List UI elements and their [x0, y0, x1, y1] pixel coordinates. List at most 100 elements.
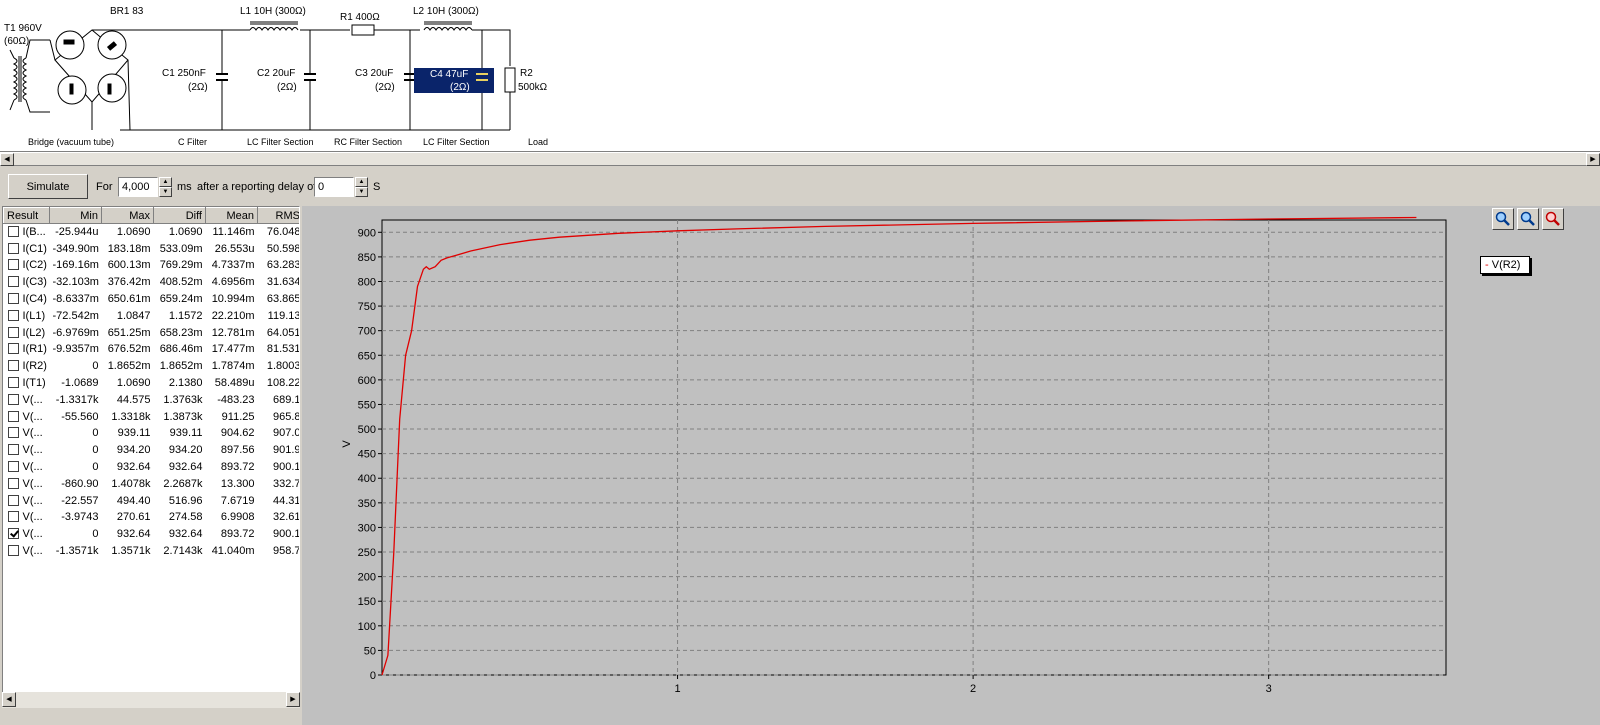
result-name-cell[interactable]: V(... [4, 425, 50, 442]
column-header-rms[interactable]: RMS [257, 207, 299, 224]
chart-panel[interactable]: 0 50 100 150 200 250 300 350 400 450 500 550 600 650 7… [302, 206, 1600, 725]
table-row[interactable]: I(T1) -1.0689 1.0690 2.1380 58.489u 108.22 [4, 375, 300, 392]
result-name-cell[interactable]: V(... [4, 442, 50, 459]
table-row[interactable]: V(... -860.90 1.4078k 2.2687k 13.300 332.7 [4, 475, 299, 492]
result-name-cell[interactable]: I(B... [4, 224, 50, 241]
result-checkbox[interactable] [7, 528, 19, 540]
result-checkbox[interactable] [7, 309, 19, 321]
result-checkbox[interactable] [7, 427, 19, 439]
delay-input[interactable] [314, 177, 354, 197]
voltage-chart[interactable]: 0 50 100 150 200 250 300 350 400 450 500 550 600 650 7… [302, 206, 1600, 725]
result-checkbox[interactable] [7, 326, 19, 338]
table-row[interactable]: V(... -1.3317k 44.575 1.3763k -483.23 689.1 [4, 391, 299, 408]
results-table-panel[interactable]: Result Min Max Diff Mean RMS I(B... -25.9… [2, 206, 300, 706]
table-row[interactable]: V(... 0 932.64 932.64 893.72 900.1 [4, 526, 299, 543]
result-name-cell[interactable]: I(C4) [4, 291, 50, 308]
column-header-result[interactable]: Result [3, 207, 50, 224]
result-checkbox[interactable] [7, 410, 19, 422]
column-header-min[interactable]: Min [49, 207, 102, 224]
table-row[interactable]: I(L1) -72.542m 1.0847 1.1572 22.210m 119.13 [4, 307, 299, 324]
column-header-mean[interactable]: Mean [205, 207, 258, 224]
column-header-diff[interactable]: Diff [153, 207, 206, 224]
delay-spinner[interactable]: ▲ ▼ [355, 177, 368, 197]
result-name-cell[interactable]: V(... [4, 459, 50, 476]
zoom-in-icon[interactable] [1492, 208, 1514, 230]
result-checkbox[interactable] [7, 393, 19, 405]
result-rms-cell: 108.22 [266, 377, 300, 390]
result-checkbox[interactable] [7, 343, 19, 355]
table-row[interactable]: I(R2) 0 1.8652m 1.8652m 1.7874m 1.8003 [4, 358, 299, 375]
result-checkbox[interactable] [7, 444, 19, 456]
result-name-cell[interactable]: I(R1) [4, 341, 50, 358]
result-name-cell[interactable]: I(T1) [4, 375, 50, 392]
zoom-out-icon[interactable] [1517, 208, 1539, 230]
result-checkbox[interactable] [7, 494, 19, 506]
table-row[interactable]: V(... 0 939.11 939.11 904.62 907.0 [4, 425, 299, 442]
table-row[interactable]: V(... -22.557 494.40 516.96 7.6719 44.31 [4, 492, 299, 509]
table-row[interactable]: I(L2) -6.9769m 651.25m 658.23m 12.781m 64.051 [4, 324, 299, 341]
result-name-cell[interactable]: V(... [4, 526, 50, 543]
result-name-cell[interactable]: V(... [4, 543, 50, 560]
r2-resistor-symbol[interactable] [504, 67, 516, 93]
result-name-cell[interactable]: I(C3) [4, 274, 50, 291]
scroll-right-icon[interactable]: ▶ [286, 692, 300, 707]
result-rms-cell: 965.8 [272, 410, 300, 423]
table-row[interactable]: V(... -55.560 1.3318k 1.3873k 911.25 965.8 [4, 408, 300, 425]
results-horizontal-scrollbar[interactable]: ◀ ▶ [2, 692, 300, 708]
result-name-cell[interactable]: I(R2) [4, 358, 50, 375]
simulate-button[interactable]: Simulate [8, 174, 88, 199]
zoom-reset-icon[interactable] [1542, 208, 1564, 230]
result-checkbox[interactable] [7, 511, 19, 523]
table-row[interactable]: I(C2) -169.16m 600.13m 769.29m 4.7337m 63.283 [4, 257, 299, 274]
result-checkbox[interactable] [7, 293, 19, 305]
result-rms-cell: 81.531 [266, 343, 300, 356]
table-row[interactable]: I(R1) -9.9357m 676.52m 686.46m 17.477m 81.531 [4, 341, 300, 358]
scroll-left-icon[interactable]: ◀ [0, 153, 14, 166]
result-name-cell[interactable]: I(L2) [4, 324, 50, 341]
table-row[interactable]: V(... 0 934.20 934.20 897.56 901.9 [4, 442, 299, 459]
table-row[interactable]: I(B... -25.944u 1.0690 1.0690 11.146m 76.048 [4, 224, 299, 241]
transformer-symbol[interactable] [9, 39, 50, 113]
result-name-cell[interactable]: V(... [4, 509, 50, 526]
spin-up-icon[interactable]: ▲ [159, 177, 172, 187]
result-min-cell: -32.103m [52, 276, 99, 289]
table-row[interactable]: I(C1) -349.90m 183.18m 533.09m 26.553u 50.598 [4, 240, 299, 257]
result-name-cell[interactable]: V(... [4, 408, 50, 425]
scroll-right-icon[interactable]: ▶ [1586, 153, 1600, 166]
result-checkbox[interactable] [7, 276, 19, 288]
result-checkbox[interactable] [7, 477, 19, 489]
spin-down-icon[interactable]: ▼ [159, 187, 172, 197]
result-checkbox[interactable] [7, 360, 19, 372]
table-row[interactable]: V(... 0 932.64 932.64 893.72 900.1 [4, 459, 299, 476]
table-row[interactable]: I(C3) -32.103m 376.42m 408.52m 4.6956m 31.634 [4, 274, 299, 291]
result-checkbox[interactable] [7, 242, 19, 254]
spin-down-icon[interactable]: ▼ [355, 187, 368, 197]
result-checkbox[interactable] [7, 545, 19, 557]
result-name-cell[interactable]: V(... [4, 492, 50, 509]
result-checkbox[interactable] [7, 259, 19, 271]
scroll-left-icon[interactable]: ◀ [2, 692, 16, 707]
result-name-cell[interactable]: V(... [4, 391, 50, 408]
table-row[interactable]: V(... -1.3571k 1.3571k 2.7143k 41.040m 958.7 [4, 543, 299, 560]
result-name-cell[interactable]: I(C2) [4, 257, 50, 274]
chart-legend[interactable]: - V(R2) [1480, 256, 1530, 274]
result-min-cell: -22.557 [61, 494, 99, 507]
result-mean-cell: 10.994m [211, 293, 255, 306]
duration-spinner[interactable]: ▲ ▼ [159, 177, 172, 197]
result-checkbox[interactable] [7, 461, 19, 473]
table-row[interactable]: I(C4) -8.6337m 650.61m 659.24m 10.994m 63.865 [4, 291, 299, 308]
result-name-cell[interactable]: V(... [4, 475, 50, 492]
schematic-canvas[interactable]: T1 960V (60Ω) BR1 83 L1 10H (300Ω) R1 40… [0, 0, 1600, 152]
spin-up-icon[interactable]: ▲ [355, 177, 368, 187]
schematic-horizontal-scrollbar[interactable]: ◀ ▶ [0, 152, 1600, 166]
bridge-rectifier-symbol[interactable] [49, 29, 150, 131]
result-checkbox[interactable] [7, 377, 19, 389]
column-header-max[interactable]: Max [101, 207, 154, 224]
result-name-cell[interactable]: I(L1) [4, 307, 50, 324]
result-checkbox[interactable] [7, 226, 19, 238]
c2-label: C2 20uF [257, 68, 295, 79]
table-row[interactable]: V(... -3.9743 270.61 274.58 6.9908 32.61 [4, 509, 299, 526]
result-name-cell[interactable]: I(C1) [4, 240, 50, 257]
r1-resistor-symbol[interactable] [351, 24, 375, 36]
duration-input[interactable] [118, 177, 158, 197]
